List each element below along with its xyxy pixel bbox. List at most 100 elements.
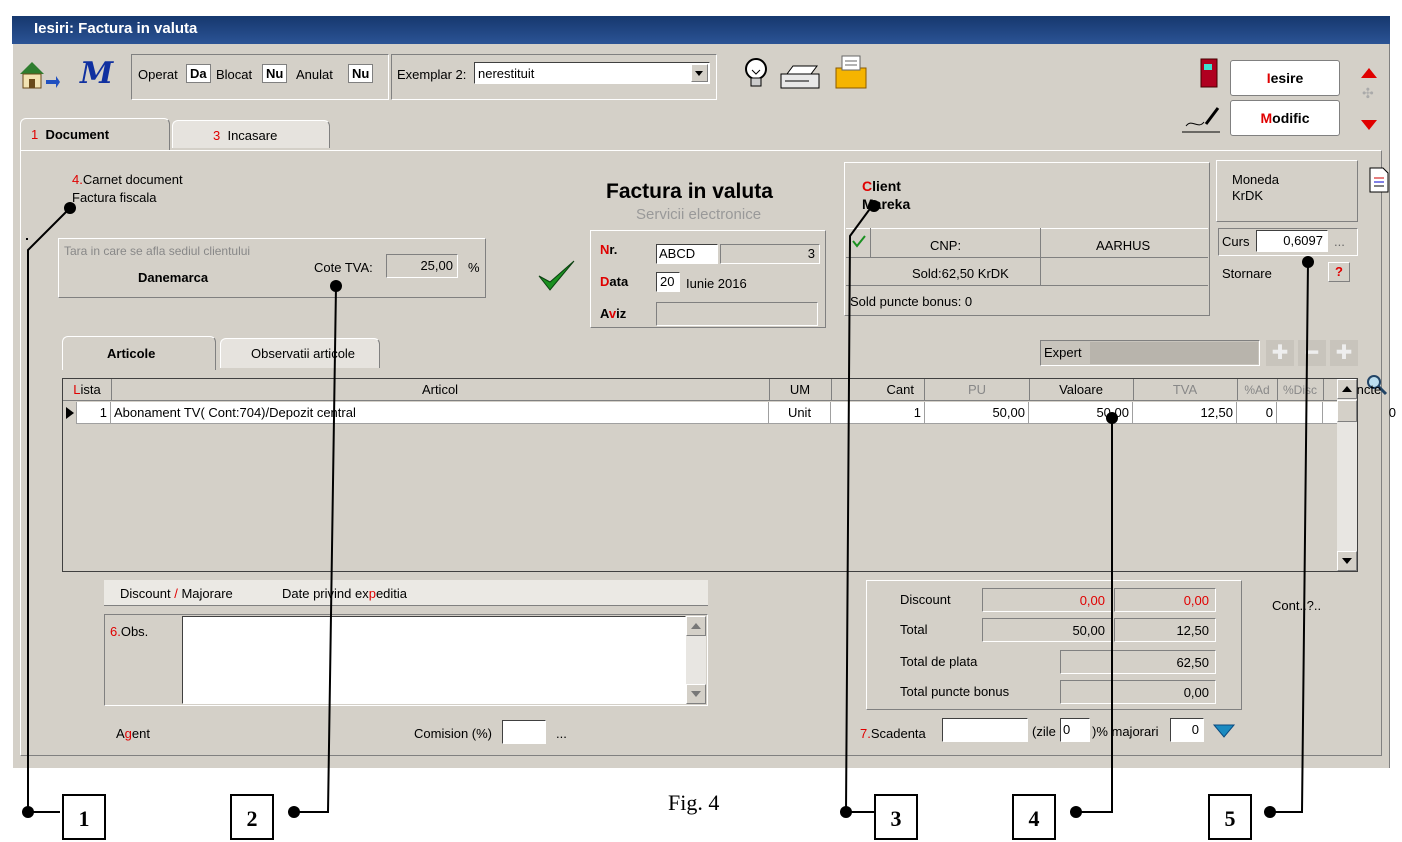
grid-scroll-thumb[interactable] [1337,400,1357,422]
iesire-button[interactable]: Iesire [1230,60,1340,96]
lightbulb-icon[interactable] [742,56,770,90]
cote-tva-input[interactable]: 25,00 [386,254,458,278]
client-sold: Sold:62,50 KrDK [912,266,1009,281]
curs-input[interactable]: 0,6097 [1256,230,1328,252]
col-articol[interactable]: Articol [111,379,770,401]
aviz-input[interactable] [656,302,818,326]
blocat-label: Blocat [216,67,253,82]
signature-pen-icon[interactable] [1180,102,1224,136]
totals-bonus-label: Total puncte bonus [900,684,1010,699]
row-um[interactable]: Unit [769,402,831,424]
data-day-input[interactable]: 20 [656,272,680,292]
comision-label: Comision (%) [414,726,493,741]
aviz-label: Aviz [600,306,627,321]
chevron-down-icon[interactable] [691,64,708,82]
row-puncte[interactable]: 0 [1323,402,1399,424]
obs-scroll-down[interactable] [686,684,706,704]
anulat-label: Anulat [296,67,333,82]
nr-series-input[interactable]: ABCD [656,244,718,264]
checkmark-icon[interactable] [536,258,576,294]
obs-label: 6.Obs. [110,624,149,639]
arrow-down-icon[interactable] [1360,118,1378,132]
document-icon[interactable] [1368,166,1390,194]
figure-caption: Fig. 4 [668,790,720,815]
triangle-down-icon[interactable] [1212,722,1236,740]
document-subtitle: Servicii electronice [636,206,762,223]
insert-row-icon[interactable]: ✚ [1330,340,1358,366]
totals-total-label: Total [900,622,928,637]
comision-more-button[interactable]: ... [556,726,567,741]
fax-box-icon[interactable] [832,54,870,92]
callout-4-dot-bottom [1070,806,1082,818]
m-logo-icon[interactable]: M [80,56,120,92]
totals-discount-v2: 0,00 [1114,588,1216,612]
col-um[interactable]: UM [769,379,832,401]
col-valoare[interactable]: Valoare [1029,379,1134,401]
tab-document[interactable]: 1 Document [20,118,170,150]
totals-discount-label: Discount [900,592,951,607]
col-puncte[interactable]: Puncte [1323,379,1399,401]
scadenta-input[interactable] [942,718,1028,742]
curs-more-button[interactable]: ... [1334,234,1345,249]
plus-gray-icon: ✣ [1362,85,1374,101]
tara-value[interactable]: Danemarca [138,270,208,285]
expert-label: Expert [1044,345,1082,360]
nr-value-input[interactable]: 3 [720,244,820,264]
obs-scroll-up[interactable] [686,616,706,636]
callout-2: 2 [230,794,274,840]
tab-discount-majorare[interactable]: Discount / Majorare [120,586,233,601]
document-title: Factura in valuta [606,180,773,203]
grid-header: Lista Articol UM Cant PU Valoare TVA %Ad… [63,379,1381,401]
exemplar-value: nerestituit [478,66,535,81]
callout-4-leader [1076,418,1113,813]
cnp-label: CNP: [930,238,962,253]
window-title: Iesiri: Factura in valuta [12,16,1390,44]
agent-label[interactable]: Agent [116,726,150,741]
callout-3-leader [844,205,874,813]
blocat-value[interactable]: Nu [262,64,288,83]
totals-total-v2: 12,50 [1114,618,1216,642]
carnet-value[interactable]: Factura fiscala [72,190,157,205]
expert-field[interactable] [1090,342,1258,364]
data-month-year: Iunie 2016 [686,276,747,291]
table-row[interactable]: 1 Abonament TV( Cont:704)/Depozit centra… [63,402,1396,424]
callout-1-leader [27,207,71,813]
col-tva[interactable]: TVA [1133,379,1238,401]
row-nr: 1 [77,402,111,424]
callout-5-dot-bottom [1264,806,1276,818]
data-label: Data [600,274,629,289]
exemplar-label: Exemplar 2: [397,67,467,82]
comision-input[interactable] [502,720,546,744]
col-pu[interactable]: PU [925,379,1030,401]
arrow-up-icon[interactable] [1360,66,1378,80]
obs-textarea[interactable] [182,616,686,704]
door-icon[interactable] [1200,58,1218,88]
anulat-value[interactable]: Nu [348,64,374,83]
client-label: Client [862,178,901,194]
printer-icon[interactable] [779,64,823,92]
callout-1-dot-bottom [22,806,34,818]
majorari-input[interactable]: 0 [1170,718,1204,742]
nr-label: Nr. [600,242,618,257]
row-tva[interactable]: 12,50 [1133,402,1237,424]
zile-label: (zile [1032,724,1056,739]
cote-tva-unit: % [468,260,480,275]
house-icon[interactable] [16,58,60,92]
modific-button[interactable]: Modific [1230,100,1340,136]
callout-2-dot-bottom [288,806,300,818]
grid-scroll-up[interactable] [1337,379,1357,399]
row-pu[interactable]: 50,00 [925,402,1029,424]
client-divider-h [846,257,1208,258]
operat-value[interactable]: Da [186,64,211,83]
tara-label: Tara in care se afla sediul clientului [64,244,251,258]
grid-scroll-down[interactable] [1337,551,1357,571]
tab-articole[interactable]: Articole [62,336,216,370]
tab-incasare[interactable]: 3 Incasare [172,120,330,148]
callout-3-dot-bottom [840,806,852,818]
row-articol[interactable]: Abonament TV( Cont:704)/Depozit central [111,402,769,424]
cote-tva-label: Cote TVA: [314,260,373,275]
carnet-label: 4.Carnet document [72,172,183,187]
exemplar-select[interactable]: nerestituit [474,62,710,84]
stornare-button[interactable]: ? [1328,262,1350,282]
callout-5: 5 [1208,794,1252,840]
